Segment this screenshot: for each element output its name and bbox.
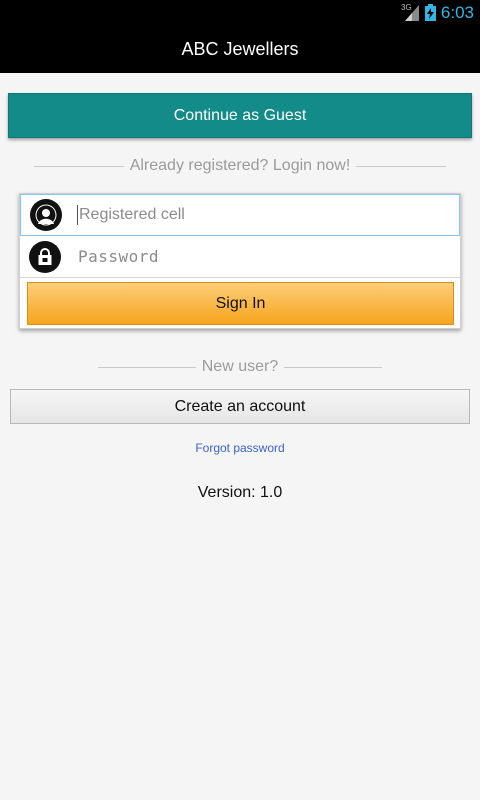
signal-icon <box>405 5 419 21</box>
password-input[interactable] <box>76 246 440 267</box>
continue-as-guest-label: Continue as Guest <box>173 106 307 124</box>
battery-charging-icon <box>425 4 436 21</box>
status-bar: 3G 6:03 <box>0 0 480 25</box>
create-account-button[interactable]: Create an account <box>10 389 470 424</box>
login-divider-text: Already registered? Login now! <box>129 157 351 174</box>
forgot-password-link[interactable]: Forgot password <box>0 441 480 455</box>
new-user-text: New user? <box>201 358 279 375</box>
app-title: ABC Jewellers <box>181 38 299 59</box>
divider-line-left <box>33 165 124 167</box>
divider-line-left <box>97 366 196 368</box>
user-icon <box>30 199 62 231</box>
version-text: Version: 1.0 <box>197 484 283 501</box>
forgot-password-label: Forgot password <box>195 441 285 455</box>
sign-in-label: Sign In <box>215 294 266 312</box>
app-title-bar: ABC Jewellers <box>0 25 480 73</box>
registered-cell-input[interactable] <box>77 205 441 225</box>
divider-line-right <box>284 366 383 368</box>
sign-in-button[interactable]: Sign In <box>27 282 454 325</box>
login-card: Sign In <box>19 193 461 329</box>
continue-as-guest-button[interactable]: Continue as Guest <box>8 93 472 138</box>
new-user-divider: New user? <box>0 356 480 378</box>
create-account-label: Create an account <box>174 397 306 415</box>
cell-field-row <box>20 194 460 236</box>
password-field-row <box>20 236 460 278</box>
clock-time: 6:03 <box>440 3 474 22</box>
login-divider: Already registered? Login now! <box>0 155 480 177</box>
lock-icon <box>29 240 61 273</box>
divider-line-right <box>356 165 447 167</box>
